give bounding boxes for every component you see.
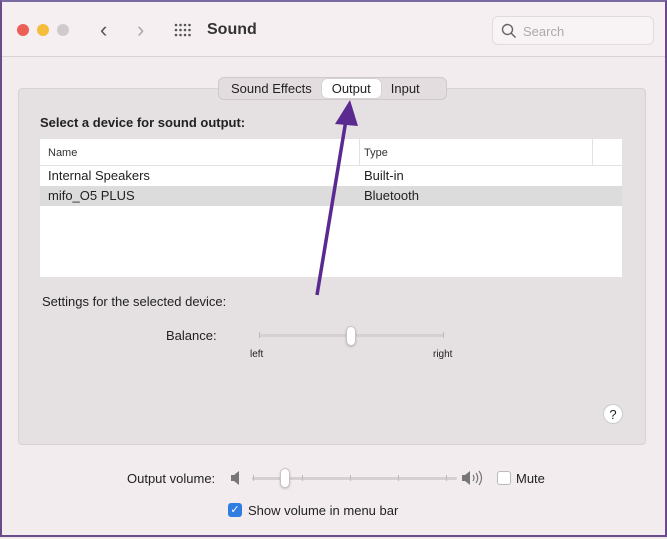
- table-row-selected[interactable]: mifo_O5 PLUS Bluetooth: [40, 186, 622, 206]
- device-name: Internal Speakers: [48, 168, 150, 183]
- balance-right-label: right: [433, 349, 453, 360]
- tab-input[interactable]: Input: [381, 79, 430, 98]
- close-button[interactable]: [17, 24, 29, 36]
- balance-knob[interactable]: [346, 326, 356, 346]
- balance-label: Balance:: [166, 328, 217, 343]
- mute-checkbox[interactable]: [497, 471, 511, 485]
- table-row[interactable]: Internal Speakers Built-in: [40, 166, 622, 186]
- device-name: mifo_O5 PLUS: [48, 188, 135, 203]
- search-field[interactable]: Search: [492, 16, 654, 45]
- output-volume-label: Output volume:: [127, 471, 216, 486]
- show-volume-label: Show volume in menu bar: [248, 503, 399, 518]
- window-title: Sound: [207, 21, 257, 38]
- back-icon[interactable]: ‹: [100, 17, 107, 43]
- volume-knob[interactable]: [280, 468, 290, 488]
- device-type: Bluetooth: [364, 188, 419, 203]
- show-volume-checkbox[interactable]: ✓: [228, 503, 242, 517]
- tab-bar: Sound Effects Output Input: [218, 77, 447, 100]
- device-heading: Select a device for sound output:: [40, 115, 246, 130]
- column-header-filler: [593, 139, 622, 166]
- zoom-button[interactable]: [57, 24, 69, 36]
- minimize-button[interactable]: [37, 24, 49, 36]
- search-icon: [501, 23, 517, 39]
- tab-output[interactable]: Output: [321, 79, 381, 98]
- device-type: Built-in: [364, 168, 404, 183]
- title-bar: ‹ › Sound Search: [2, 2, 665, 57]
- balance-left-label: left: [250, 349, 264, 360]
- tab-sound-effects[interactable]: Sound Effects: [221, 79, 322, 98]
- grid-icon[interactable]: [174, 23, 192, 37]
- forward-icon[interactable]: ›: [137, 17, 144, 43]
- sound-preferences-window: ‹ › Sound Search Sound Effects Output In…: [0, 0, 667, 537]
- settings-label: Settings for the selected device:: [42, 294, 227, 309]
- column-header-name[interactable]: Name: [40, 139, 360, 166]
- mute-label: Mute: [516, 471, 545, 486]
- column-header-type[interactable]: Type: [360, 139, 593, 166]
- speaker-high-icon: [462, 470, 483, 486]
- search-placeholder: Search: [523, 24, 565, 39]
- help-button[interactable]: ?: [603, 404, 623, 424]
- speaker-low-icon: [231, 471, 239, 485]
- device-table: Name Type Internal Speakers Built-in mif…: [40, 139, 622, 277]
